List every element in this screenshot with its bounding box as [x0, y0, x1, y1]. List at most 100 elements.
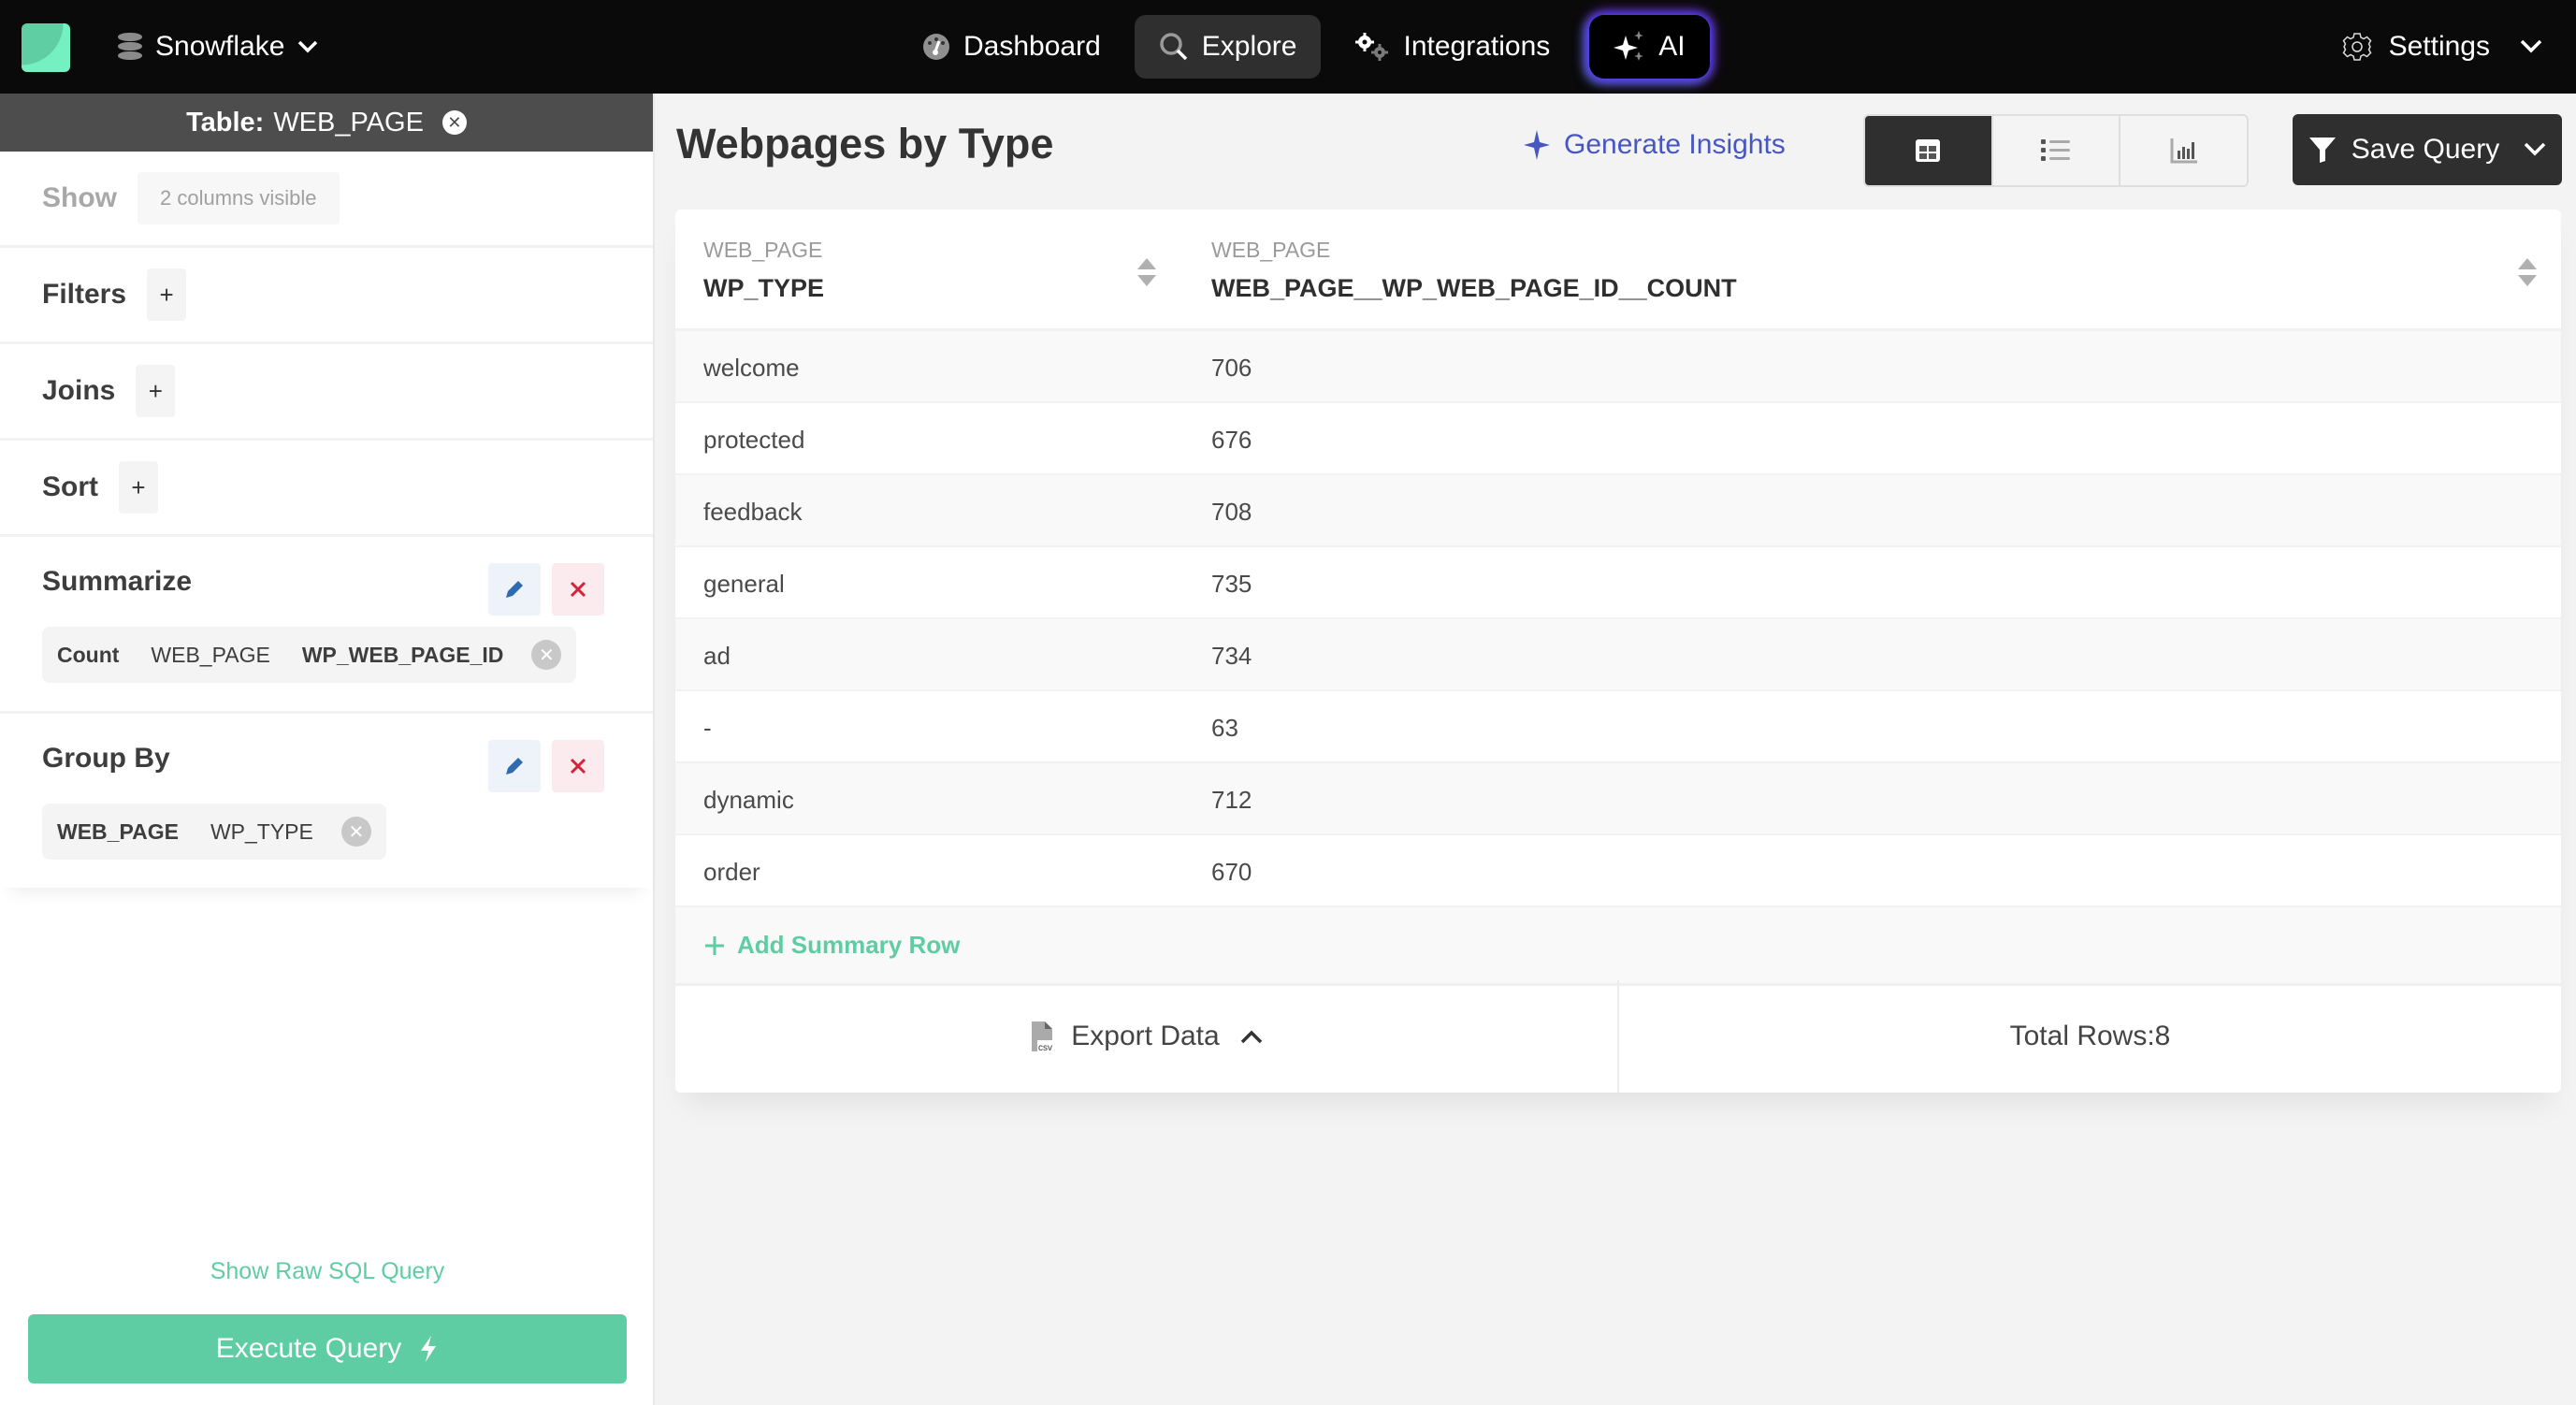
filters-title: Filters: [42, 279, 127, 310]
cell-wp-type: order: [703, 858, 760, 886]
close-icon: [570, 581, 586, 598]
table-row: protected 676: [675, 403, 2561, 475]
show-section: Show 2 columns visible: [0, 152, 653, 248]
database-icon: [118, 33, 142, 61]
filter-icon: [2308, 138, 2336, 163]
chevron-down-icon: [2520, 39, 2542, 53]
table-name: WEB_PAGE: [273, 107, 424, 138]
add-sort-button[interactable]: +: [119, 461, 158, 514]
chart-view-button[interactable]: [2119, 116, 2247, 185]
cell-wp-type: -: [703, 714, 712, 742]
column-name: WEB_PAGE__WP_WEB_PAGE_ID__COUNT: [1211, 274, 1737, 302]
add-join-button[interactable]: +: [136, 365, 176, 417]
remove-group-by-icon[interactable]: ✕: [340, 817, 371, 847]
generate-insights-button[interactable]: Generate Insights: [1523, 129, 1786, 161]
table-view-button[interactable]: [1865, 116, 1991, 185]
summarize-chip[interactable]: Count WEB_PAGE WP_WEB_PAGE_ID ✕: [42, 627, 577, 683]
top-nav: Snowflake Dashboard Explore Integrations…: [0, 0, 2576, 94]
table-header: WEB_PAGE WP_TYPE WEB_PAGE WEB_PAGE__WP_W…: [675, 210, 2561, 331]
table-body: welcome 706 protected 676 feedback 708 gene…: [675, 331, 2561, 907]
cell-wp-type: welcome: [703, 354, 800, 382]
summarize-section: Summarize Count WEB_PAGE WP_WEB_PAGE_ID …: [0, 537, 653, 714]
pencil-icon: [506, 758, 523, 775]
nav-explore[interactable]: Explore: [1134, 15, 1322, 79]
chevron-down-icon: [2524, 142, 2546, 156]
page-title: Webpages by Type: [676, 120, 1054, 167]
sort-section: Sort +: [0, 441, 653, 537]
cell-count: 712: [1211, 786, 1252, 814]
sort-title: Sort: [42, 471, 98, 502]
table-row: general 735: [675, 547, 2561, 619]
results-table-card: WEB_PAGE WP_TYPE WEB_PAGE WEB_PAGE__WP_W…: [675, 210, 2561, 1093]
plus-icon: [705, 935, 724, 955]
search-icon: [1160, 33, 1188, 61]
nav-ai[interactable]: AI: [1589, 15, 1710, 79]
execute-query-label: Execute Query: [215, 1333, 402, 1364]
settings-label: Settings: [2388, 31, 2490, 62]
add-summary-row-button[interactable]: Add Summary Row: [675, 907, 2561, 986]
nav-integrations-label: Integrations: [1403, 31, 1551, 62]
pencil-icon: [506, 581, 523, 598]
selected-table-bar: Table: WEB_PAGE ✕: [0, 94, 653, 152]
group-by-chip[interactable]: WEB_PAGE WP_TYPE ✕: [42, 804, 386, 860]
nav-dashboard[interactable]: Dashboard: [898, 15, 1125, 79]
remove-summarize-icon[interactable]: ✕: [531, 640, 562, 670]
aggregate-column: WP_WEB_PAGE_ID: [301, 642, 504, 667]
bar-chart-icon: [2170, 138, 2197, 164]
sparkle-icon: [1614, 31, 1644, 61]
nav-explore-label: Explore: [1201, 31, 1297, 62]
filters-section: Filters +: [0, 248, 653, 344]
table-footer: csv Export Data Total Rows:8: [675, 980, 2561, 1093]
table-row: welcome 706: [675, 331, 2561, 403]
remove-table-icon[interactable]: ✕: [441, 110, 467, 135]
sort-icon[interactable]: [1137, 258, 1156, 286]
column-table-name: WEB_PAGE: [703, 238, 823, 262]
gear-icon: [2342, 33, 2372, 61]
column-header-wp-type[interactable]: WEB_PAGE WP_TYPE: [703, 238, 824, 303]
table-row: feedback 708: [675, 475, 2561, 547]
csv-file-icon: csv: [1032, 1021, 1059, 1053]
list-view-button[interactable]: [1990, 116, 2120, 185]
export-data-label: Export Data: [1071, 1021, 1220, 1051]
lightning-icon: [421, 1336, 437, 1362]
joins-title: Joins: [42, 375, 116, 406]
cell-count: 63: [1211, 714, 1238, 742]
cell-wp-type: protected: [703, 426, 805, 454]
nav-ai-label: AI: [1658, 31, 1686, 62]
summarize-title: Summarize: [42, 566, 193, 597]
cell-count: 676: [1211, 426, 1252, 454]
database-name: Snowflake: [155, 31, 285, 62]
nav-integrations[interactable]: Integrations: [1330, 15, 1574, 79]
column-header-count[interactable]: WEB_PAGE WEB_PAGE__WP_WEB_PAGE_ID__COUNT: [1211, 238, 1737, 303]
svg-text:csv: csv: [1038, 1043, 1052, 1053]
sort-icon[interactable]: [2518, 258, 2537, 286]
execute-query-button[interactable]: Execute Query: [28, 1314, 627, 1383]
group-by-table: WEB_PAGE: [57, 818, 179, 844]
app-logo[interactable]: [22, 23, 70, 72]
save-query-button[interactable]: Save Query: [2293, 114, 2562, 185]
table-row: dynamic 712: [675, 763, 2561, 835]
chevron-down-icon: [298, 40, 318, 53]
settings-menu[interactable]: Settings: [2342, 26, 2542, 67]
table-row: order 670: [675, 835, 2561, 907]
chevron-up-icon: [1240, 1030, 1262, 1044]
delete-summarize-button[interactable]: [552, 563, 604, 616]
view-mode-toggle: [1863, 114, 2249, 187]
add-filter-button[interactable]: +: [147, 268, 187, 321]
delete-group-by-button[interactable]: [552, 740, 604, 792]
columns-visible-button[interactable]: 2 columns visible: [137, 172, 340, 225]
generate-insights-label: Generate Insights: [1564, 129, 1786, 160]
cell-wp-type: dynamic: [703, 786, 794, 814]
show-title: Show: [42, 182, 117, 213]
table-row: ad 734: [675, 619, 2561, 691]
show-raw-sql-link[interactable]: Show Raw SQL Query: [0, 1258, 655, 1285]
gears-icon: [1355, 33, 1389, 61]
total-rows: Total Rows:8: [2009, 1021, 2171, 1051]
edit-summarize-button[interactable]: [488, 563, 541, 616]
database-selector[interactable]: Snowflake: [118, 26, 318, 67]
joins-section: Joins +: [0, 344, 653, 441]
edit-group-by-button[interactable]: [488, 740, 541, 792]
export-data-button[interactable]: csv Export Data: [675, 980, 1619, 1093]
close-icon: [570, 758, 586, 775]
save-query-label: Save Query: [2351, 134, 2500, 165]
